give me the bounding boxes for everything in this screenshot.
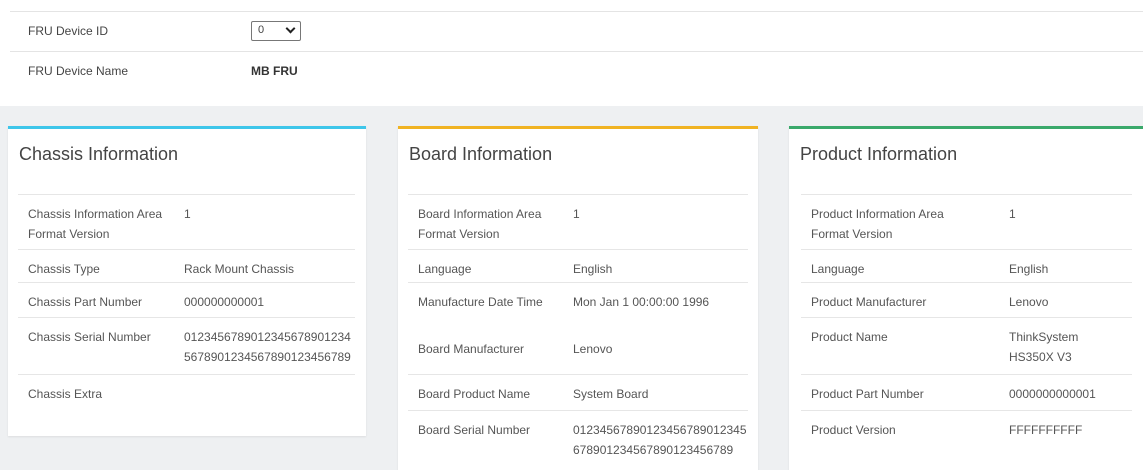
info-value: 0123456789012345678901234567890123456789… (573, 423, 747, 457)
fru-device-id-value: 0 (258, 24, 265, 36)
info-label: Board Information Area Format Version (418, 207, 542, 241)
info-value: 1 (573, 207, 580, 221)
info-value: 1 (184, 207, 191, 221)
info-label: Manufacture Date Time (418, 295, 543, 309)
info-row: Language English (801, 249, 1132, 282)
chevron-down-icon (285, 23, 296, 34)
info-label: Product Part Number (811, 387, 924, 401)
fru-device-id-row: FRU Device ID 0 (10, 11, 1143, 51)
info-label: Language (418, 262, 472, 276)
fru-device-id-label: FRU Device ID (28, 24, 109, 38)
fru-device-name-value: MB FRU (251, 64, 298, 78)
info-label: Board Serial Number (418, 423, 531, 437)
info-label: Board Manufacturer (418, 342, 525, 356)
info-row: Board Manufacturer Lenovo (408, 339, 748, 374)
info-value: Rack Mount Chassis (184, 262, 295, 276)
board-card-title: Board Information (409, 144, 553, 164)
info-value: English (1009, 262, 1049, 276)
fru-device-id-select[interactable]: 0 (251, 21, 301, 41)
info-label: Chassis Type (28, 262, 100, 276)
info-row: Product Name ThinkSystem HS350X V3 (801, 317, 1132, 374)
info-label: Product Name (811, 330, 888, 344)
info-row: Board Product Name System Board (408, 374, 748, 410)
info-value: 0123456789012345678901234567890123456789… (184, 330, 351, 364)
info-label: Language (811, 262, 865, 276)
info-row: Manufacture Date Time Mon Jan 1 00:00:00… (408, 282, 748, 339)
info-value: 000000000001 (184, 295, 265, 309)
fru-device-name-row: FRU Device Name MB FRU (10, 51, 1143, 91)
info-label: Product Manufacturer (811, 295, 927, 309)
info-label: Chassis Part Number (28, 295, 143, 309)
info-row: Product Version FFFFFFFFFF (801, 410, 1132, 450)
info-value: Lenovo (1009, 295, 1049, 309)
info-row: Chassis Part Number 000000000001 (18, 282, 355, 317)
info-label: Board Product Name (418, 387, 531, 401)
info-value: 1 (1009, 207, 1016, 221)
info-row: Chassis Information Area Format Version … (18, 194, 355, 249)
board-information-card: Board Information Board Information Area… (398, 126, 758, 470)
info-label: Chassis Information Area Format Version (28, 207, 163, 241)
info-value: 0000000000001 (1009, 387, 1096, 401)
board-info-list: Board Information Area Format Version 1 … (408, 194, 748, 457)
info-row: Product Information Area Format Version … (801, 194, 1132, 249)
chassis-card-title: Chassis Information (19, 144, 179, 164)
info-value: Mon Jan 1 00:00:00 1996 (573, 295, 710, 309)
info-row: Chassis Extra (18, 374, 355, 414)
info-label: Chassis Extra (28, 387, 103, 401)
info-row: Language English (408, 249, 748, 282)
info-value: Lenovo (573, 342, 613, 356)
product-card-title: Product Information (800, 144, 958, 164)
info-label: Product Information Area Format Version (811, 207, 944, 241)
product-information-card: Product Information Product Information … (789, 126, 1143, 470)
info-row: Board Serial Number 01234567890123456789… (408, 410, 748, 457)
info-value: ThinkSystem HS350X V3 (1009, 330, 1079, 364)
info-row: Product Part Number 0000000000001 (801, 374, 1132, 410)
info-value: System Board (573, 387, 649, 401)
info-label: Product Version (811, 423, 896, 437)
info-row: Board Information Area Format Version 1 (408, 194, 748, 249)
info-value: FFFFFFFFFF (1009, 423, 1083, 437)
info-label: Chassis Serial Number (28, 330, 151, 344)
info-row: Product Manufacturer Lenovo (801, 282, 1132, 317)
product-info-list: Product Information Area Format Version … (801, 194, 1132, 450)
info-row: Chassis Serial Number 012345678901234567… (18, 317, 355, 374)
fru-device-name-label: FRU Device Name (28, 64, 129, 78)
fru-selector-panel: FRU Device ID 0 FRU Device Name MB FRU (0, 0, 1143, 106)
chassis-info-list: Chassis Information Area Format Version … (18, 194, 355, 414)
chassis-information-card: Chassis Information Chassis Information … (8, 126, 366, 436)
info-value: English (573, 262, 613, 276)
info-row: Chassis Type Rack Mount Chassis (18, 249, 355, 282)
